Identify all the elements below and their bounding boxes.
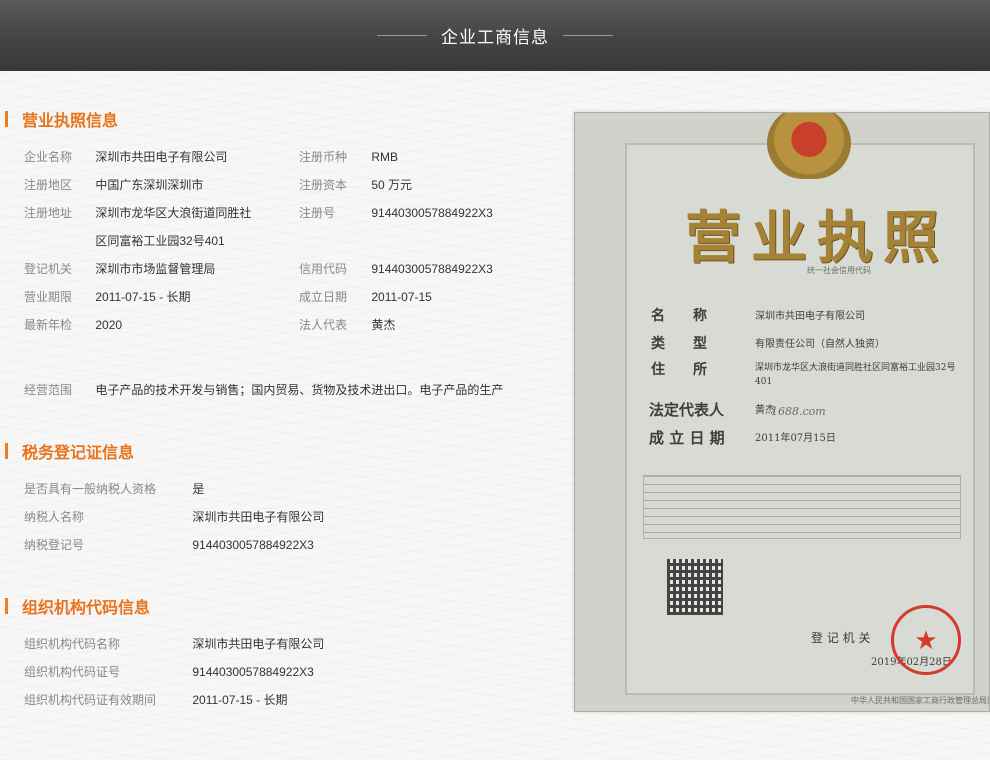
row-label: 组织机构代码证号 [24,665,121,679]
cert-field-date: 成 立 日 期 [649,429,725,447]
row-label: 企业名称 [24,150,73,164]
banner-title: 企业工商信息 [441,28,549,47]
tax-section-title: 税务登记证信息 [0,440,134,462]
row-label: 是否具有一般纳税人资格 [24,482,157,496]
business-license-photo: 营业执照 统一社会信用代码 名 称 深圳市共田电子有限公司 类 型 有限责任公司… [574,112,990,712]
row-value: 电子产品的技术开发与销售；国内贸易、货物及技术进出口。电子产品的生产 [95,383,504,397]
cert-field-address-value: 深圳市龙华区大浪街道同胜社区同富裕工业园32号401 [755,363,956,387]
row-label: 法人代表 [299,318,348,332]
cert-field-legal: 法定代表人 [649,401,725,419]
cert-field-name-value: 深圳市共田电子有限公司 [755,311,865,322]
cert-field-type-value: 有限责任公司（自然人独资） [755,339,885,350]
business-license-section-title: 营业执照信息 [0,108,118,130]
row-label: 纳税人名称 [24,510,85,524]
info-row-address-cont: 区同富裕工业园32号401 [24,232,225,250]
info-row-authority: 登记机关 深圳市市场监督管理局 [24,260,215,278]
row-label: 纳税登记号 [24,538,85,552]
row-label: 注册地区 [24,178,73,192]
certificate-notes-box [643,475,961,539]
section-accent-bar [5,598,8,614]
section-title-text: 税务登记证信息 [22,445,135,462]
row-value: 2011-07-15 - 长期 [192,693,288,707]
certificate-title: 营业执照 [685,205,949,271]
info-row-credit-code: 信用代码 9144030057884922X3 [299,260,493,278]
row-label: 组织机构代码证有效期间 [24,693,157,707]
section-title-text: 组织机构代码信息 [22,600,151,617]
org-row-name: 组织机构代码名称 深圳市共田电子有限公司 [24,635,324,653]
row-value: 9144030057884922X3 [371,206,493,220]
section-accent-bar [5,443,8,459]
cert-field-type: 类 型 [651,336,707,352]
row-label: 经营范围 [24,383,73,397]
row-label: 组织机构代码名称 [24,637,121,651]
row-value: 深圳市龙华区大浪街道同胜社 [95,206,252,220]
row-label: 信用代码 [299,262,348,276]
row-value: 黄杰 [371,318,396,332]
info-row-capital: 注册资本 50 万元 [299,176,412,194]
row-label: 注册地址 [24,206,73,220]
national-emblem-icon [767,113,851,179]
tax-row-general-taxpayer: 是否具有一般纳税人资格 是 [24,480,204,498]
row-label: 注册号 [299,206,336,220]
org-code-section-title: 组织机构代码信息 [0,595,150,617]
row-label: 注册资本 [299,178,348,192]
page-banner: 企业工商信息 [0,0,990,71]
row-label: 注册币种 [299,150,348,164]
official-seal-icon: ★ [891,605,961,675]
row-label: 最新年检 [24,318,73,332]
row-value: 2011-07-15 - 长期 [95,290,191,304]
section-title-text: 营业执照信息 [22,113,119,130]
cert-authority-label: 登 记 机 关 [811,631,871,645]
row-value: 2020 [95,318,123,332]
row-value: 深圳市市场监督管理局 [95,262,216,276]
info-row-annual-check: 最新年检 2020 [24,316,122,334]
row-value: RMB [371,150,399,164]
row-value: 中国广东深圳深圳市 [95,178,204,192]
row-value: 是 [192,482,205,496]
row-value: 2011-07-15 [371,290,432,304]
qr-code-icon [667,559,723,615]
info-row-business-scope: 经营范围 电子产品的技术开发与销售；国内贸易、货物及技术进出口。电子产品的生产 [24,381,503,399]
info-row-term: 营业期限 2011-07-15 - 长期 [24,288,191,306]
info-row-legal-rep: 法人代表 黄杰 [299,316,395,334]
row-value: 深圳市共田电子有限公司 [192,510,325,524]
info-row-region: 注册地区 中国广东深圳深圳市 [24,176,203,194]
info-row-currency: 注册币种 RMB [299,148,398,166]
row-value: 9144030057884922X3 [371,262,493,276]
row-value: 9144030057884922X3 [192,538,314,552]
info-row-founded: 成立日期 2011-07-15 [299,288,432,306]
row-label: 营业期限 [24,290,73,304]
tax-row-taxpayer-name: 纳税人名称 深圳市共田电子有限公司 [24,508,324,526]
cert-field-address: 住 所 [651,362,707,378]
row-value: 50 万元 [371,178,413,192]
tax-row-tax-number: 纳税登记号 9144030057884922X3 [24,536,314,554]
org-row-number: 组织机构代码证号 9144030057884922X3 [24,663,314,681]
banner-right-line [563,35,613,36]
section-accent-bar [5,111,8,127]
info-row-company-name: 企业名称 深圳市共田电子有限公司 [24,148,227,166]
cert-field-name: 名 称 [651,308,707,324]
row-value: 9144030057884922X3 [192,665,314,679]
row-label: 登记机关 [24,262,73,276]
cert-watermark: 1688.com [771,405,826,418]
org-row-validity: 组织机构代码证有效期间 2011-07-15 - 长期 [24,691,288,709]
row-label: 成立日期 [299,290,348,304]
row-value: 区同富裕工业园32号401 [95,234,225,248]
info-row-address: 注册地址 深圳市龙华区大浪街道同胜社 [24,204,251,222]
cert-footer: 中华人民共和国国家工商行政管理总局监制 [851,696,990,705]
cert-field-date-value: 2011年07月15日 [755,433,836,444]
row-value: 深圳市共田电子有限公司 [192,637,325,651]
row-value: 深圳市共田电子有限公司 [95,150,228,164]
banner-left-line [377,35,427,36]
info-row-reg-number: 注册号 9144030057884922X3 [299,204,493,222]
certificate-credit-code-label: 统一社会信用代码 [807,266,871,275]
